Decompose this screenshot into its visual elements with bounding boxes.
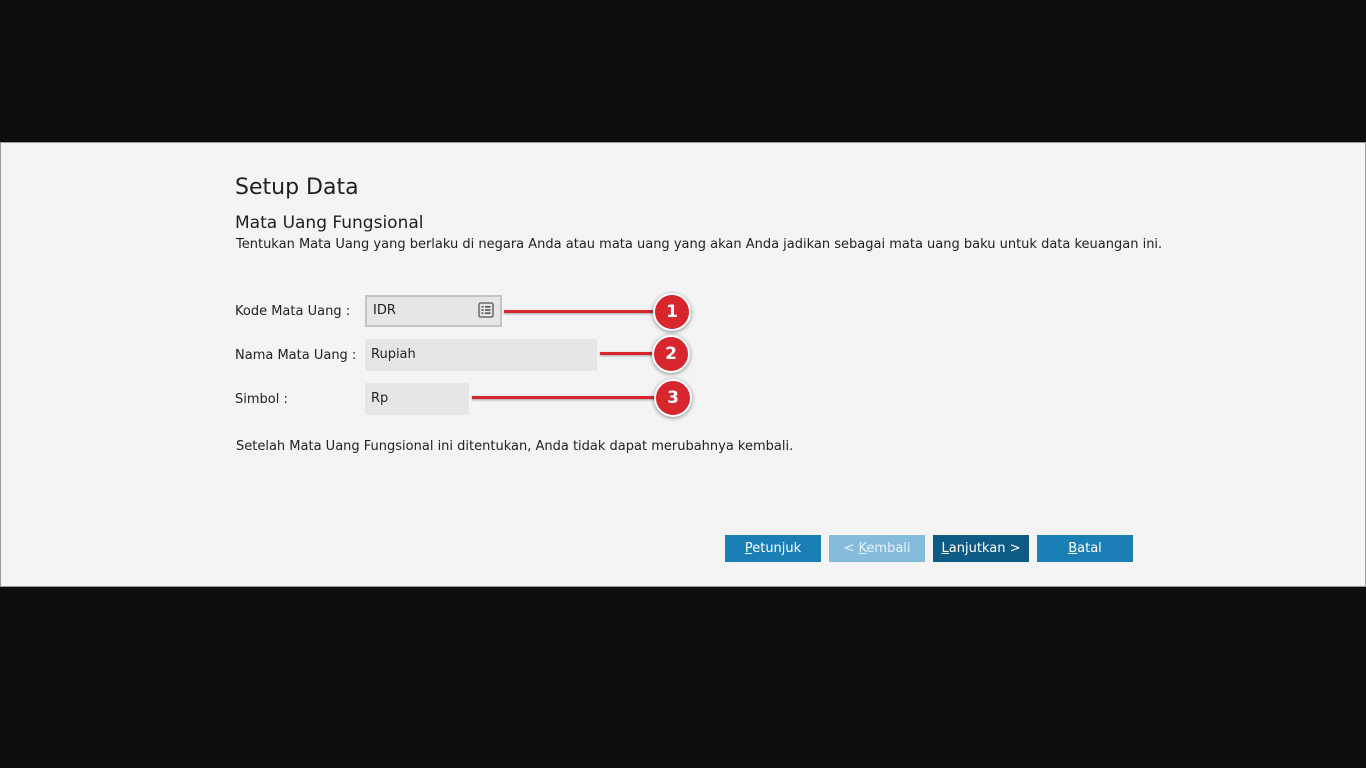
kembali-button[interactable]: < Kembali xyxy=(829,535,925,562)
section-subtitle: Mata Uang Fungsional xyxy=(235,213,424,233)
callout-badge-1: 1 xyxy=(653,293,691,331)
kode-mata-uang-value: IDR xyxy=(373,303,396,318)
batal-button[interactable]: Batal xyxy=(1037,535,1133,562)
callout-badge-2: 2 xyxy=(652,335,690,373)
petunjuk-button[interactable]: Petunjuk xyxy=(725,535,821,562)
lanjutkan-label: anjutkan > xyxy=(948,541,1021,556)
callout-line-1 xyxy=(504,310,656,313)
callout-line-3 xyxy=(472,396,656,399)
kode-mata-uang-field[interactable]: IDR xyxy=(365,295,502,327)
nama-mata-uang-label: Nama Mata Uang : xyxy=(235,348,357,363)
lanjutkan-hotkey: L xyxy=(941,541,949,556)
callout-line-2 xyxy=(600,352,656,355)
warning-note: Setelah Mata Uang Fungsional ini ditentu… xyxy=(236,439,794,454)
page-title: Setup Data xyxy=(235,175,359,200)
batal-hotkey: B xyxy=(1068,541,1078,556)
kode-mata-uang-label: Kode Mata Uang : xyxy=(235,304,351,319)
section-description: Tentukan Mata Uang yang berlaku di negar… xyxy=(236,237,1163,252)
petunjuk-label: etunjuk xyxy=(752,541,802,556)
kembali-prefix: < xyxy=(843,541,859,556)
simbol-label: Simbol : xyxy=(235,392,288,407)
batal-label: atal xyxy=(1077,541,1102,556)
lanjutkan-button[interactable]: Lanjutkan > xyxy=(933,535,1029,562)
nama-mata-uang-field[interactable]: Rupiah xyxy=(365,339,597,371)
kembali-label: embali xyxy=(866,541,911,556)
list-lookup-icon[interactable] xyxy=(478,302,494,318)
setup-dialog: Setup Data Mata Uang Fungsional Tentukan… xyxy=(0,142,1366,587)
callout-badge-3: 3 xyxy=(654,379,692,417)
simbol-field[interactable]: Rp xyxy=(365,383,469,415)
